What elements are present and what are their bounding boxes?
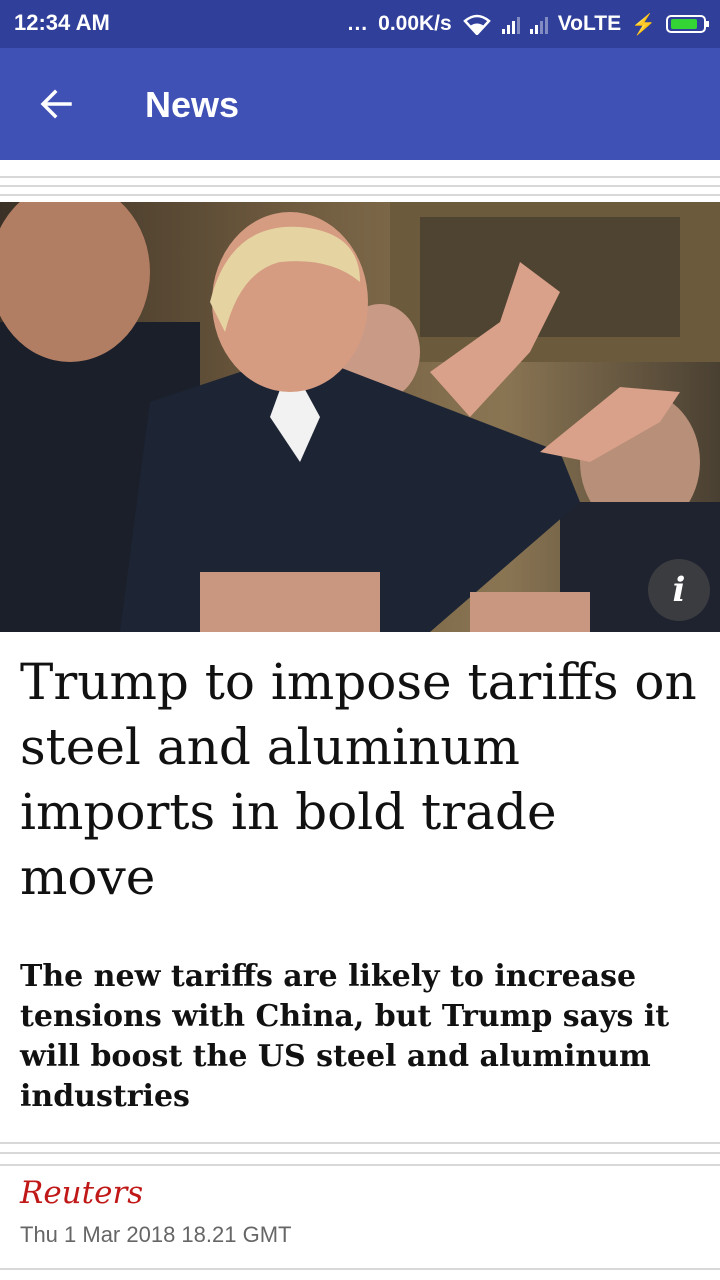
- signal-icon: [501, 14, 520, 34]
- article-image[interactable]: [0, 202, 720, 632]
- network-speed: 0.00K/s: [378, 12, 452, 35]
- status-bar: 12:34 AM ... 0.00K/s VoLTE ⚡: [0, 0, 720, 48]
- article-date: Thu 1 Mar 2018 18.21 GMT: [20, 1222, 292, 1247]
- divider: [0, 1164, 720, 1166]
- article-photo: [0, 202, 720, 632]
- status-icons: ... 0.00K/s VoLTE ⚡: [347, 8, 709, 40]
- wifi-icon: [462, 14, 491, 35]
- arrow-left-icon[interactable]: [36, 84, 76, 124]
- divider: [0, 1268, 720, 1270]
- divider: [0, 1152, 720, 1154]
- battery-icon: [666, 15, 709, 33]
- signal-icon: [529, 14, 548, 34]
- charging-icon: ⚡: [631, 13, 656, 36]
- divider: [0, 176, 720, 178]
- article-source[interactable]: Reuters: [20, 1175, 143, 1211]
- status-time: 12:34 AM: [14, 10, 110, 35]
- divider: [0, 185, 720, 187]
- network-type: VoLTE: [557, 12, 622, 35]
- app-bar: News: [0, 48, 720, 160]
- divider: [0, 1142, 720, 1144]
- page-title: News: [145, 84, 240, 125]
- status-dots: ...: [347, 12, 369, 35]
- article-subheadline: The new tariffs are likely to increase t…: [20, 959, 670, 1114]
- divider: [0, 194, 720, 196]
- article-headline: Trump to impose tariffs on steel and alu…: [20, 653, 697, 906]
- info-icon[interactable]: i: [648, 559, 710, 621]
